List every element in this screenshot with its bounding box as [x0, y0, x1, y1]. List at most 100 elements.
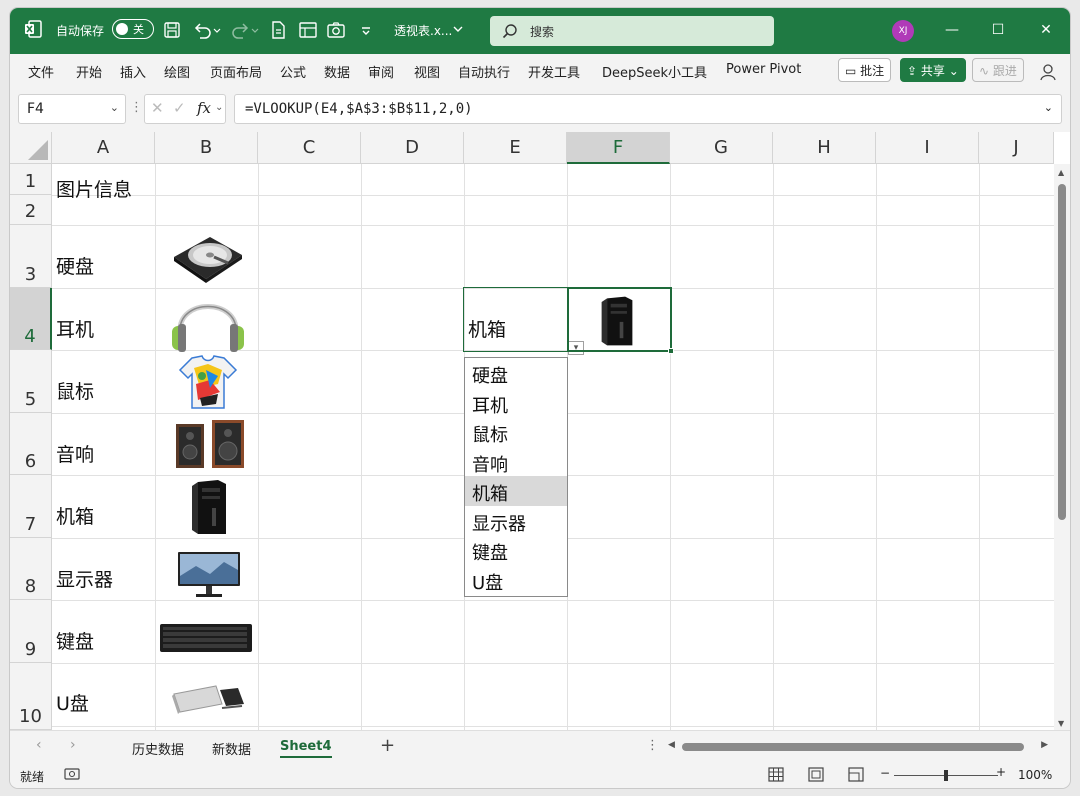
name-box[interactable]: F4 ⌄	[18, 94, 126, 124]
list-item[interactable]: 显示器	[465, 506, 567, 536]
sheet-tab-new-data[interactable]: 新数据	[212, 739, 251, 758]
search-box[interactable]: 搜索	[490, 16, 774, 46]
column-header-i[interactable]: I	[876, 132, 979, 164]
chevron-left-icon[interactable]: ‹	[36, 737, 42, 753]
page-break-view-icon[interactable]	[848, 767, 864, 782]
more-options-icon[interactable]: ⋮	[646, 738, 659, 753]
cell-a8[interactable]: 显示器	[56, 565, 113, 592]
close-icon[interactable]: ✕	[1034, 18, 1058, 42]
cell-a7[interactable]: 机箱	[56, 502, 94, 529]
pc-case-image[interactable]	[598, 294, 636, 348]
list-item[interactable]: 键盘	[465, 535, 567, 565]
normal-view-icon[interactable]	[768, 767, 784, 782]
maximize-icon[interactable]: ☐	[986, 18, 1010, 42]
select-all-corner[interactable]	[10, 132, 52, 164]
more-options-icon[interactable]: ⋮	[130, 100, 143, 115]
zoom-in-icon[interactable]: +	[996, 765, 1006, 779]
customize-toolbar-icon[interactable]	[356, 20, 376, 40]
headphones-image[interactable]	[168, 292, 248, 354]
row-header-5[interactable]: 5	[10, 350, 52, 413]
cell-a3[interactable]: 硬盘	[56, 252, 94, 279]
enter-icon[interactable]: ✓	[173, 99, 186, 117]
list-item[interactable]: 耳机	[465, 388, 567, 418]
document-title[interactable]: 透视表.x...	[394, 22, 452, 39]
cell-a9[interactable]: 键盘	[56, 627, 94, 654]
scroll-down-icon[interactable]: ▼	[1058, 719, 1064, 728]
row-header-2[interactable]: 2	[10, 195, 52, 225]
horizontal-scroll-thumb[interactable]	[682, 743, 1024, 751]
avatar[interactable]: XJ	[892, 20, 914, 42]
camera-icon[interactable]	[326, 20, 346, 40]
expand-formula-icon[interactable]: ⌄	[1044, 101, 1053, 114]
save-icon[interactable]	[162, 20, 182, 40]
column-header-g[interactable]: G	[670, 132, 773, 164]
row-header-3[interactable]: 3	[10, 225, 52, 288]
column-header-j[interactable]: J	[979, 132, 1054, 164]
row-header-6[interactable]: 6	[10, 413, 52, 475]
hard-disk-image[interactable]	[170, 229, 246, 285]
column-header-c[interactable]: C	[258, 132, 361, 164]
form-icon[interactable]	[298, 20, 318, 40]
tab-file[interactable]: 文件	[28, 62, 54, 81]
row-header-7[interactable]: 7	[10, 475, 52, 538]
list-item-highlighted[interactable]: 机箱	[465, 476, 567, 506]
column-header-b[interactable]: B	[155, 132, 258, 164]
horizontal-scrollbar[interactable]: ◀ ▶	[668, 740, 1048, 753]
tab-page-layout[interactable]: 页面布局	[210, 62, 262, 81]
speakers-image[interactable]	[172, 418, 248, 470]
sheet-tab-history[interactable]: 历史数据	[132, 739, 184, 758]
formula-input[interactable]: =VLOOKUP(E4,$A$3:$B$11,2,0) ⌄	[234, 94, 1062, 124]
scroll-right-icon[interactable]: ▶	[1041, 740, 1048, 750]
row-header-4[interactable]: 4	[10, 288, 52, 350]
row-header-1[interactable]: 1	[10, 164, 52, 195]
cell-a5[interactable]: 鼠标	[56, 377, 94, 404]
pc-case-image[interactable]	[188, 478, 230, 536]
cell-a1[interactable]: 图片信息	[56, 175, 132, 202]
chevron-down-icon[interactable]: ⌄	[215, 102, 223, 113]
chevron-down-icon[interactable]	[452, 22, 464, 36]
copilot-icon[interactable]	[1038, 62, 1058, 82]
tab-view[interactable]: 视图	[414, 62, 440, 81]
list-item[interactable]: 鼠标	[465, 417, 567, 447]
minimize-icon[interactable]: —	[940, 18, 964, 42]
vertical-scroll-thumb[interactable]	[1058, 184, 1066, 520]
cell-a4[interactable]: 耳机	[56, 315, 94, 342]
list-item[interactable]: 硬盘	[465, 358, 567, 388]
keyboard-image[interactable]	[158, 620, 254, 656]
usb-drive-image[interactable]	[168, 680, 248, 720]
list-item[interactable]: U盘	[465, 565, 567, 595]
autosave-toggle[interactable]: 关	[112, 19, 154, 39]
tab-data[interactable]: 数据	[324, 62, 350, 81]
scroll-left-icon[interactable]: ◀	[668, 740, 675, 750]
undo-icon[interactable]	[192, 20, 222, 40]
scroll-up-icon[interactable]: ▲	[1058, 168, 1064, 177]
tab-formulas[interactable]: 公式	[280, 62, 306, 81]
accessibility-icon[interactable]	[64, 767, 80, 781]
tab-insert[interactable]: 插入	[120, 62, 146, 81]
worksheet-grid[interactable]: A B C D E F G H I J 1 2 3 4 5 6 7 8 9 10	[10, 132, 1070, 730]
column-header-h[interactable]: H	[773, 132, 876, 164]
tab-developer[interactable]: 开发工具	[528, 62, 580, 81]
chevron-right-icon[interactable]: ›	[70, 737, 76, 753]
column-header-e[interactable]: E	[464, 132, 567, 164]
insert-function-button[interactable]: fx	[197, 99, 211, 117]
comments-button[interactable]: ▭ 批注	[838, 58, 892, 82]
tab-deepseek[interactable]: DeepSeek小工具	[602, 62, 707, 81]
cancel-icon[interactable]: ✕	[151, 99, 164, 117]
row-header-9[interactable]: 9	[10, 600, 52, 663]
track-button[interactable]: ∿ 跟进	[972, 58, 1024, 82]
row-header-10[interactable]: 10	[10, 663, 52, 730]
add-sheet-icon[interactable]: +	[380, 735, 395, 756]
share-button[interactable]: ⇪ 共享 ⌄	[900, 58, 966, 82]
tshirt-image[interactable]	[178, 354, 238, 410]
chevron-down-icon[interactable]: ⌄	[110, 101, 119, 114]
tab-review[interactable]: 审阅	[368, 62, 394, 81]
zoom-out-icon[interactable]: −	[880, 766, 890, 780]
vertical-scrollbar[interactable]: ▲ ▼	[1054, 164, 1070, 730]
cell-a10[interactable]: U盘	[56, 689, 89, 716]
tab-draw[interactable]: 绘图	[164, 62, 190, 81]
list-item[interactable]: 音响	[465, 447, 567, 477]
column-header-f[interactable]: F	[567, 132, 670, 164]
tab-automate[interactable]: 自动执行	[458, 62, 510, 81]
tab-power-pivot[interactable]: Power Pivot	[726, 62, 801, 77]
